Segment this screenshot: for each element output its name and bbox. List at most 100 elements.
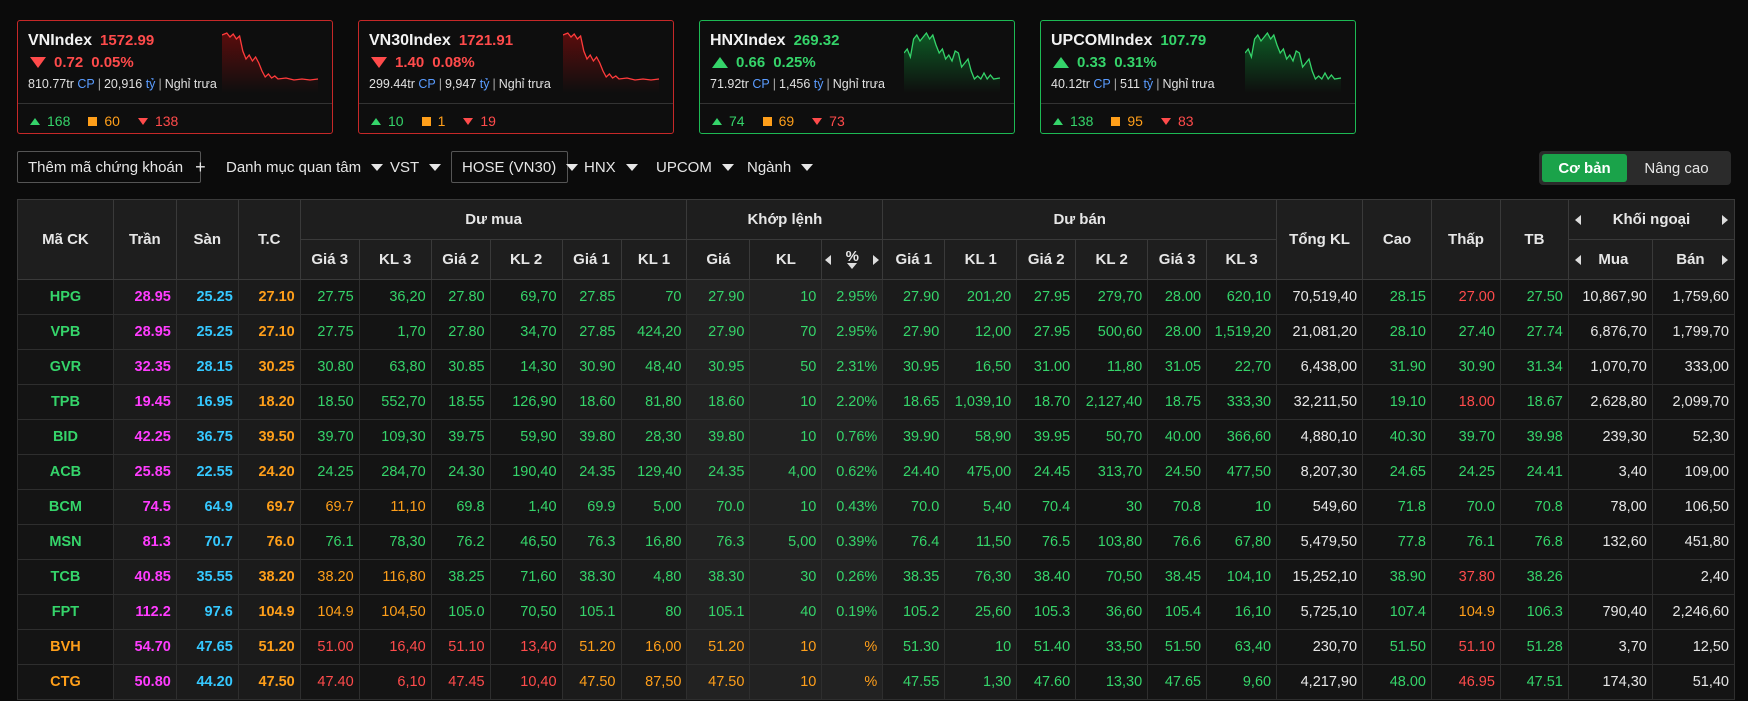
table-row[interactable]: TPB 19.45 16.95 18.20 18.50 552,70 18.55 126,90… [17, 384, 1736, 420]
prev-arrow-icon[interactable] [1574, 254, 1581, 265]
col-floor[interactable]: Sàn [175, 199, 239, 280]
symbol-cell[interactable]: GVR [17, 349, 114, 385]
col-match-vol[interactable]: KL [749, 239, 823, 280]
foreign-sell-label: Bán [1676, 251, 1705, 268]
col-bid-price-2[interactable]: Giá 2 [430, 239, 491, 280]
ceiling-cell: 40.85 [112, 559, 177, 595]
table-row[interactable]: MSN 81.3 70.7 76.0 76.1 78,30 76.2 46,50 76.3 16,… [17, 524, 1736, 560]
prev-arrow-icon[interactable] [825, 254, 832, 265]
chevron-down-icon [429, 163, 442, 171]
table-row[interactable]: GVR 32.35 28.15 30.25 30.80 63,80 30.85 14,30 30… [17, 349, 1736, 385]
col-ask-price-3[interactable]: Giá 3 [1147, 239, 1208, 280]
col-foreign-sell[interactable]: Bán [1651, 239, 1736, 280]
col-high[interactable]: Cao [1362, 199, 1432, 280]
lo-cell: 104.9 [1431, 594, 1501, 630]
symbol-cell[interactable]: FPT [17, 594, 114, 630]
symbol-cell[interactable]: HPG [17, 279, 114, 315]
index-name: UPCOMIndex 107.79 [1051, 32, 1207, 49]
col-ask-vol-1[interactable]: KL 1 [944, 239, 1018, 280]
watchlist-dropdown[interactable]: Danh mục quan tâm [226, 151, 384, 183]
symbol-cell[interactable]: BVH [17, 629, 114, 665]
symbol-cell[interactable]: VPB [17, 314, 114, 350]
col-low[interactable]: Thấp [1431, 199, 1501, 280]
sector-dropdown[interactable]: Ngành [747, 151, 814, 183]
col-ask-vol-2[interactable]: KL 2 [1075, 239, 1149, 280]
avg-cell: 51.28 [1499, 629, 1569, 665]
symbol-cell[interactable]: ACB [17, 454, 114, 490]
sv2-cell: 11,80 [1075, 349, 1149, 385]
b3-cell: 69.7 [299, 489, 360, 525]
symbol-cell[interactable]: BCM [17, 489, 114, 525]
next-arrow-icon[interactable] [1722, 254, 1728, 265]
next-arrow-icon[interactable] [1722, 214, 1728, 225]
pct-cell: 2.95% [821, 314, 884, 350]
basic-view-button[interactable]: Cơ bản [1542, 154, 1627, 182]
table-row[interactable]: BCM 74.5 64.9 69.7 69.7 11,10 69.8 1,40 69.9 5,00… [17, 489, 1736, 525]
reference-cell: 104.9 [237, 594, 301, 630]
fb-cell: 1,070,70 [1567, 349, 1653, 385]
hose-vn30-dropdown[interactable]: HOSE (VN30) [451, 151, 579, 183]
floor-cell: 97.6 [175, 594, 239, 630]
col-ask-price-1[interactable]: Giá 1 [882, 239, 946, 280]
next-arrow-icon[interactable] [873, 254, 880, 265]
index-card-vnindex[interactable]: VNIndex 1572.99 0.72 0.05% 810.77tr CP | 20,91… [17, 20, 333, 134]
col-ask-vol-3[interactable]: KL 3 [1206, 239, 1278, 280]
fb-cell: 239,30 [1567, 419, 1653, 455]
prev-arrow-icon[interactable] [1574, 214, 1581, 225]
sv3-cell: 16,10 [1206, 594, 1278, 630]
index-card-hnxindex[interactable]: HNXIndex 269.32 0.66 0.25% 71.92tr CP | 1,456 … [699, 20, 1015, 134]
s2-cell: 47.60 [1016, 664, 1077, 700]
advanced-view-button[interactable]: Nâng cao [1627, 154, 1726, 182]
col-ask-price-2[interactable]: Giá 2 [1016, 239, 1077, 280]
toolbar: Thêm mã chứng khoán + Danh mục quan tâm … [17, 151, 1748, 185]
index-card-upcomindex[interactable]: UPCOMIndex 107.79 0.33 0.31% 40.12tr CP | 511 … [1040, 20, 1356, 134]
symbol-cell[interactable]: CTG [17, 664, 114, 700]
ceiling-cell: 25.85 [112, 454, 177, 490]
col-bid-price-3[interactable]: Giá 3 [299, 239, 360, 280]
table-row[interactable]: BID 42.25 36.75 39.50 39.70 109,30 39.75 59,90 3… [17, 419, 1736, 455]
symbol-cell[interactable]: BID [17, 419, 114, 455]
sv3-cell: 366,60 [1206, 419, 1278, 455]
bv1-cell: 129,40 [620, 454, 688, 490]
upcom-dropdown[interactable]: UPCOM [656, 151, 734, 183]
col-ceiling[interactable]: Trần [112, 199, 177, 280]
hnx-dropdown[interactable]: HNX [584, 151, 638, 183]
b3-cell: 47.40 [299, 664, 360, 700]
table-row[interactable]: ACB 25.85 22.55 24.20 24.25 284,70 24.30 190,40… [17, 454, 1736, 490]
table-row[interactable]: TCB 40.85 35.55 38.20 38.20 116,80 38.25 71,60 3… [17, 559, 1736, 595]
col-total-volume[interactable]: Tổng KL [1276, 199, 1364, 280]
symbol-cell[interactable]: MSN [17, 524, 114, 560]
square-icon [1111, 116, 1121, 126]
col-bid-vol-1[interactable]: KL 1 [620, 239, 688, 280]
add-symbol-button[interactable]: Thêm mã chứng khoán + [17, 151, 206, 183]
table-row[interactable]: CTG 50.80 44.20 47.50 47.40 6,10 47.45 10,40 47.… [17, 664, 1736, 700]
symbol-cell[interactable]: TCB [17, 559, 114, 595]
table-row[interactable]: BVH 54.70 47.65 51.20 51.00 16,40 51.10 13,40 51… [17, 629, 1736, 665]
b2-cell: 69.8 [430, 489, 491, 525]
symbol-cell[interactable]: TPB [17, 384, 114, 420]
col-symbol[interactable]: Mã CK [17, 199, 114, 280]
sv1-cell: 5,40 [944, 489, 1018, 525]
col-bid-vol-3[interactable]: KL 3 [358, 239, 432, 280]
col-match-pct[interactable]: % [821, 239, 884, 280]
s1-cell: 27.90 [882, 314, 946, 350]
col-bid-price-1[interactable]: Giá 1 [561, 239, 622, 280]
fb-cell: 3,70 [1567, 629, 1653, 665]
col-foreign-buy[interactable]: Mua [1567, 239, 1653, 280]
lo-cell: 37.80 [1431, 559, 1501, 595]
s2-cell: 31.00 [1016, 349, 1077, 385]
col-reference[interactable]: T.C [237, 199, 301, 280]
mv-cell: 4,00 [749, 454, 823, 490]
table-row[interactable]: VPB 28.95 25.25 27.10 27.75 1,70 27.80 34,70 27.… [17, 314, 1736, 350]
table-row[interactable]: HPG 28.95 25.25 27.10 27.75 36,20 27.80 69,70 27… [17, 279, 1736, 315]
index-sparkline [563, 32, 660, 93]
col-match-price[interactable]: Giá [686, 239, 751, 280]
fb-cell: 174,30 [1567, 664, 1653, 700]
index-card-vn30index[interactable]: VN30Index 1721.91 1.40 0.08% 299.44tr CP | 9,9… [358, 20, 674, 134]
b2-cell: 47.45 [430, 664, 491, 700]
b3-cell: 30.80 [299, 349, 360, 385]
col-bid-vol-2[interactable]: KL 2 [489, 239, 563, 280]
table-row[interactable]: FPT 112.2 97.6 104.9 104.9 104,50 105.0 70,50 10… [17, 594, 1736, 630]
col-average[interactable]: TB [1499, 199, 1569, 280]
vst-dropdown[interactable]: VST [390, 151, 442, 183]
